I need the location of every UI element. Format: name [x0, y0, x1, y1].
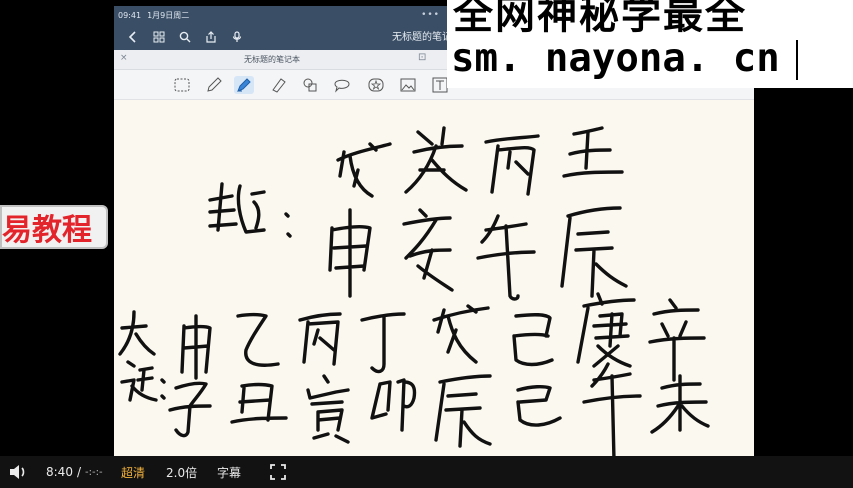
eraser-icon[interactable] — [268, 76, 288, 94]
comment-icon[interactable] — [332, 76, 352, 94]
text-cursor — [796, 40, 798, 80]
tab-close-icon[interactable]: × — [120, 53, 128, 63]
image-icon[interactable] — [398, 76, 418, 94]
grid-icon[interactable] — [146, 26, 172, 48]
time-display: 8:40 / -:-:- — [46, 456, 103, 488]
handwriting-row-1 — [336, 126, 624, 198]
status-time: 09:41 — [118, 10, 142, 20]
handwriting-strokes — [118, 126, 710, 456]
search-icon[interactable] — [172, 26, 198, 48]
handwriting-row-3 — [118, 292, 706, 382]
time-separator: / — [76, 465, 81, 479]
handwriting-canvas[interactable] — [114, 100, 754, 456]
shapes-icon[interactable] — [300, 76, 320, 94]
site-watermark: 全网神秘学最全 sm. nayona. cn — [447, 0, 853, 88]
sticker-icon[interactable] — [366, 76, 386, 94]
nav-title: 无标题的笔记 — [392, 32, 452, 43]
tab-title[interactable]: 无标题的笔记本 — [244, 54, 300, 65]
highlighter-icon[interactable] — [234, 76, 254, 94]
side-banner-text: 易教程 — [2, 213, 92, 248]
fullscreen-icon[interactable] — [270, 456, 286, 488]
status-dots: ••• — [421, 10, 440, 20]
subtitles-button[interactable]: 字幕 — [217, 456, 241, 488]
video-player: 易教程 09:41 1月9日周二 ••• 无标题的笔记 × 无标题的笔记本 ⊡ … — [0, 0, 853, 488]
microphone-icon[interactable] — [224, 26, 250, 48]
current-time: 8:40 — [46, 465, 73, 479]
share-icon[interactable] — [198, 26, 224, 48]
handwriting-row-4 — [120, 360, 710, 456]
side-banner: 易教程 — [0, 205, 108, 249]
tab-options-icon[interactable]: ⊡ — [418, 52, 426, 63]
lasso-select-icon[interactable] — [172, 76, 192, 94]
speed-button[interactable]: 2.0倍 — [166, 456, 197, 488]
pen-icon[interactable] — [204, 76, 224, 94]
duration: -:-:- — [85, 466, 103, 478]
player-controls: 8:40 / -:-:- 超清 2.0倍 字幕 — [0, 456, 853, 488]
back-icon[interactable] — [120, 26, 146, 48]
quality-button[interactable]: 超清 — [121, 456, 145, 488]
status-date: 1月9日周二 — [147, 10, 190, 20]
handwriting-row-2 — [208, 182, 628, 301]
volume-icon[interactable] — [8, 456, 28, 488]
watermark-top-text: 全网神秘学最全 — [453, 0, 747, 38]
watermark-url-text: sm. nayona. cn — [451, 36, 780, 81]
